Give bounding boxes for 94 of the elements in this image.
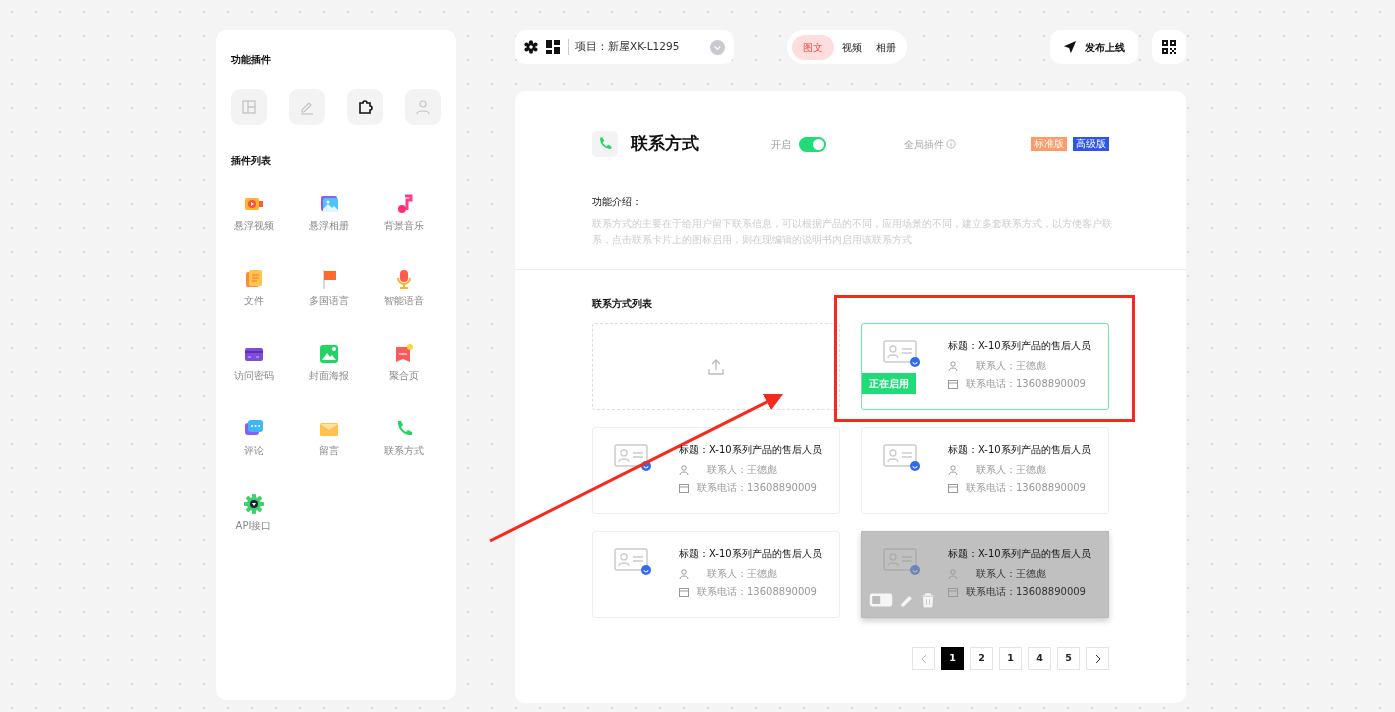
calendar-icon <box>948 483 958 493</box>
contact-card[interactable]: 标题：X-10系列产品的售后人员 联系人：王德彪 联系电话：13608890009 <box>592 531 840 618</box>
plugin-title: 联系方式 <box>631 132 699 156</box>
contact-phone: 联系电话：13608890009 <box>697 587 817 597</box>
card-title: 标题：X-10系列产品的售后人员 <box>679 547 822 561</box>
plugin-item[interactable]: API接口 <box>216 494 291 532</box>
info-icon <box>946 139 956 149</box>
enable-switch[interactable] <box>799 136 826 152</box>
contact-phone: 联系电话：13608890009 <box>697 483 817 493</box>
plugin-item[interactable]: 留言 <box>291 419 366 457</box>
contact-person: 联系人：王德彪 <box>976 465 1046 475</box>
page-button[interactable]: 4 <box>1028 647 1051 670</box>
id-card-icon <box>614 444 652 472</box>
contact-person: 联系人：王德彪 <box>707 465 777 475</box>
trash-icon <box>921 592 935 608</box>
plugin-tool-tab[interactable] <box>347 89 383 125</box>
view-tab[interactable]: 相册 <box>870 34 902 60</box>
contact-person: 联系人：王德彪 <box>707 569 777 579</box>
qr-code-icon <box>1162 40 1176 54</box>
edition-tag: 标准版 <box>1031 137 1067 151</box>
section-title: 功能插件 <box>231 53 272 67</box>
photo-album-icon <box>318 194 339 214</box>
publish-button[interactable]: 发布上线 <box>1050 30 1138 64</box>
qr-code-button[interactable] <box>1152 30 1186 64</box>
document-icon <box>243 269 264 289</box>
user-icon <box>948 361 958 371</box>
card-title: 标题：X-10系列产品的售后人员 <box>679 443 822 457</box>
contact-card[interactable]: 标题：X-10系列产品的售后人员 联系人：王德彪 联系电话：13608890009 <box>861 531 1109 618</box>
user-icon <box>948 569 958 579</box>
plugin-item[interactable]: 悬浮相册 <box>291 194 366 232</box>
contact-card[interactable]: 标题：X-10系列产品的售后人员 联系人：王德彪 联系电话：13608890009 <box>861 427 1109 514</box>
previous-page-button[interactable] <box>912 647 935 670</box>
card-title: 标题：X-10系列产品的售后人员 <box>948 339 1091 353</box>
card-title: 标题：X-10系列产品的售后人员 <box>948 443 1091 457</box>
chevron-down-icon <box>710 39 725 55</box>
id-card-icon <box>883 340 921 368</box>
send-icon <box>1063 40 1077 54</box>
page-button[interactable]: 2 <box>970 647 993 670</box>
section-title: 联系方式列表 <box>591 297 653 311</box>
chevron-left-icon <box>919 653 928 664</box>
card-title: 标题：X-10系列产品的售后人员 <box>948 547 1091 561</box>
user-icon <box>679 465 689 475</box>
project-name: 项目：新屋XK-L1295 <box>568 39 680 55</box>
page-button[interactable]: 5 <box>1057 647 1080 670</box>
contact-person: 联系人：王德彪 <box>976 569 1046 579</box>
user-icon <box>948 465 958 475</box>
plugin-item[interactable]: 联系方式 <box>366 419 441 457</box>
puzzle-icon <box>357 99 373 115</box>
id-card-icon <box>883 444 921 472</box>
contact-phone: 联系电话：13608890009 <box>966 483 1086 493</box>
view-tab[interactable]: 视频 <box>836 34 868 60</box>
image-icon <box>318 344 339 364</box>
contact-card[interactable]: 标题：X-10系列产品的售后人员 联系人：王德彪 联系电话：13608890009 <box>592 427 840 514</box>
plugin-item[interactable]: 多国语言 <box>291 269 366 307</box>
user-icon <box>415 99 431 115</box>
contact-phone: 联系电话：13608890009 <box>966 587 1086 597</box>
plugin-item[interactable]: 封面海报 <box>291 344 366 382</box>
plugin-item[interactable]: 背景音乐 <box>366 194 441 232</box>
contact-card[interactable]: 正在启用 标题：X-10系列产品的售后人员 联系人：王德彪 联系电话：13608890009 <box>861 323 1109 410</box>
calendar-icon <box>679 483 689 493</box>
page-button[interactable]: 1 <box>999 647 1022 670</box>
id-card-icon <box>883 548 921 576</box>
section-title: 插件列表 <box>231 154 272 168</box>
active-tag: 正在启用 <box>862 373 916 394</box>
upload-card[interactable] <box>592 323 840 410</box>
contact-person: 联系人：王德彪 <box>976 361 1046 371</box>
global-plugin-label: 全局插件 <box>904 137 944 152</box>
id-card-icon <box>614 548 652 576</box>
next-page-button[interactable] <box>1086 647 1109 670</box>
calendar-icon <box>679 587 689 597</box>
project-selector[interactable]: 项目：新屋XK-L1295 <box>515 30 734 64</box>
page-button[interactable]: 1 <box>941 647 964 670</box>
contact-phone: 联系电话：13608890009 <box>966 379 1086 389</box>
plugin-item[interactable]: 聚合页 <box>366 344 441 382</box>
plugin-item[interactable]: 悬浮视频 <box>216 194 291 232</box>
chevron-right-icon <box>1093 653 1102 664</box>
switch-label: 开启 <box>771 137 791 152</box>
calendar-icon <box>948 379 958 389</box>
layout-icon <box>241 99 257 115</box>
phone-icon <box>597 136 613 152</box>
plugin-item[interactable]: 文件 <box>216 269 291 307</box>
edition-tag: 高级版 <box>1073 137 1109 151</box>
layout-icon <box>546 40 560 54</box>
bookmark-icon <box>393 344 414 364</box>
calendar-icon <box>948 587 958 597</box>
section-title: 功能介绍： <box>592 195 643 209</box>
gear-icon <box>243 494 264 514</box>
upload-icon <box>707 357 725 376</box>
settings-icon <box>524 40 538 54</box>
plugin-item[interactable]: 智能语音 <box>366 269 441 307</box>
user-icon <box>679 569 689 579</box>
plugin-item[interactable]: 评论 <box>216 419 291 457</box>
toggle-icon <box>869 592 893 608</box>
plugin-item[interactable]: 访问密码 <box>216 344 291 382</box>
